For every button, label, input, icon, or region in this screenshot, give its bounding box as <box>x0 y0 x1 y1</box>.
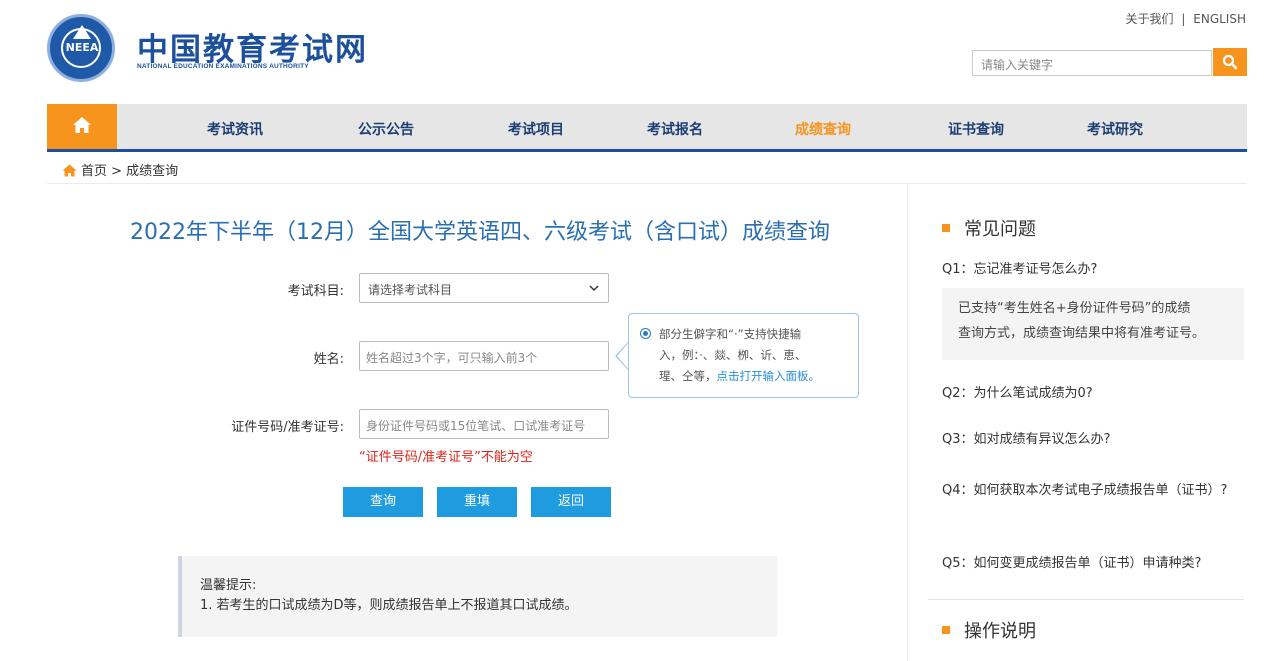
faq-a1: 已支持“考生姓名+身份证件号码”的成绩 查询方式，成绩查询结果中将有准考证号。 <box>942 288 1244 360</box>
faq-heading-marker <box>942 224 950 232</box>
brand-name-en: NATIONAL EDUCATION EXAMINATIONS AUTHORIT… <box>137 63 309 70</box>
content-divider <box>47 183 1247 184</box>
faq-a1-line2: 查询方式，成绩查询结果中将有准考证号。 <box>958 326 1206 341</box>
page-title: 2022年下半年（12月）全国大学英语四、六级考试（含口试）成绩查询 <box>130 220 830 245</box>
faq-q5[interactable]: Q5：如何变更成绩报告单（证书）申请种类? <box>942 551 1232 577</box>
nav-item-certificate-query[interactable]: 证书查询 <box>948 119 1004 139</box>
subject-select-value: 请选择考试科目 <box>368 283 453 297</box>
name-label: 姓名: <box>313 352 344 367</box>
nav-item-exam-programs[interactable]: 考试项目 <box>508 119 564 139</box>
tip-line-2: 入，例：·、燚、栁、䜣、恵、 <box>659 348 807 362</box>
tip-line-1: 部分生僻字和“·”支持快捷输 <box>659 327 802 341</box>
input-tip-box: 部分生僻字和“·”支持快捷输 入，例：·、燚、栁、䜣、恵、 瑆、仝等，点击打开输… <box>628 313 859 398</box>
neea-logo[interactable]: NEEA <box>47 14 115 82</box>
id-number-input[interactable]: 身份证件号码或15位笔试、口试准考证号 <box>359 409 609 439</box>
tip-line-3-text: 瑆、仝等， <box>659 369 717 383</box>
main-nav: 考试资讯 公示公告 考试项目 考试报名 成绩查询 证书查询 考试研究 <box>47 104 1247 152</box>
faq-heading-text: 常见问题 <box>964 219 1036 240</box>
nav-item-registration[interactable]: 考试报名 <box>647 119 703 139</box>
tip-line-3: 瑆、仝等，点击打开输入面板。 <box>659 366 848 387</box>
logo-text: NEEA <box>65 41 99 54</box>
query-button[interactable]: 查询 <box>343 487 423 517</box>
faq-q1[interactable]: Q1：忘记准考证号怎么办? <box>942 257 1232 283</box>
subject-select[interactable]: 请选择考试科目 <box>359 273 609 303</box>
search-icon <box>1222 54 1238 70</box>
ops-heading-text[interactable]: 操作说明 <box>964 621 1036 642</box>
nav-item-exam-news[interactable]: 考试资讯 <box>207 119 263 139</box>
name-input[interactable]: 姓名超过3个字，可只输入前3个 <box>359 341 609 371</box>
nav-item-score-query[interactable]: 成绩查询 <box>795 119 851 139</box>
faq-heading: 常见问题 <box>942 215 1036 241</box>
faq-q2[interactable]: Q2：为什么笔试成绩为0? <box>942 381 1232 407</box>
home-icon <box>73 117 91 133</box>
notice-box: 温馨提示: 1. 若考生的口试成绩为D等，则成绩报告单上不报道其口试成绩。 <box>178 556 777 637</box>
search-input[interactable]: 请输入关键字 <box>972 50 1212 76</box>
faq-q4[interactable]: Q4：如何获取本次考试电子成绩报告单（证书）? <box>942 478 1232 504</box>
nav-item-announcements[interactable]: 公示公告 <box>358 119 414 139</box>
ops-heading-marker <box>942 626 950 634</box>
id-error-message: “证件号码/准考证号”不能为空 <box>359 450 533 465</box>
logo-triangle-icon <box>73 25 91 39</box>
sidebar-section-divider <box>928 599 1244 600</box>
ops-heading: 操作说明 <box>942 617 1036 643</box>
chevron-down-icon <box>589 285 599 292</box>
breadcrumb-text[interactable]: 首页 > 成绩查询 <box>81 164 178 179</box>
tip-bullet-icon <box>640 328 651 339</box>
top-links: 关于我们 | ENGLISH <box>1124 10 1248 27</box>
sidebar-divider <box>907 184 908 661</box>
search-button[interactable] <box>1213 48 1247 76</box>
about-link[interactable]: 关于我们 <box>1126 12 1174 26</box>
nav-item-exam-research[interactable]: 考试研究 <box>1087 119 1143 139</box>
notice-title: 温馨提示: <box>200 578 257 593</box>
faq-a1-line1: 已支持“考生姓名+身份证件号码”的成绩 <box>958 301 1191 316</box>
breadcrumb-home-icon <box>62 164 77 177</box>
top-link-separator: | <box>1181 12 1186 26</box>
faq-q3[interactable]: Q3：如对成绩有异议怎么办? <box>942 427 1232 453</box>
notice-text: 1. 若考生的口试成绩为D等，则成绩报告单上不报道其口试成绩。 <box>200 598 578 613</box>
header: NEEA 中国教育考试网 NATIONAL EDUCATION EXAMINAT… <box>0 0 1264 104</box>
english-link[interactable]: ENGLISH <box>1193 12 1246 26</box>
open-input-panel-link[interactable]: 点击打开输入面板。 <box>717 369 821 383</box>
breadcrumb: 首页 > 成绩查询 <box>62 160 178 179</box>
subject-label: 考试科目: <box>287 284 344 299</box>
back-button[interactable]: 返回 <box>531 487 611 517</box>
nav-home-button[interactable] <box>47 104 117 149</box>
reset-button[interactable]: 重填 <box>437 487 517 517</box>
id-label: 证件号码/准考证号: <box>231 420 344 435</box>
